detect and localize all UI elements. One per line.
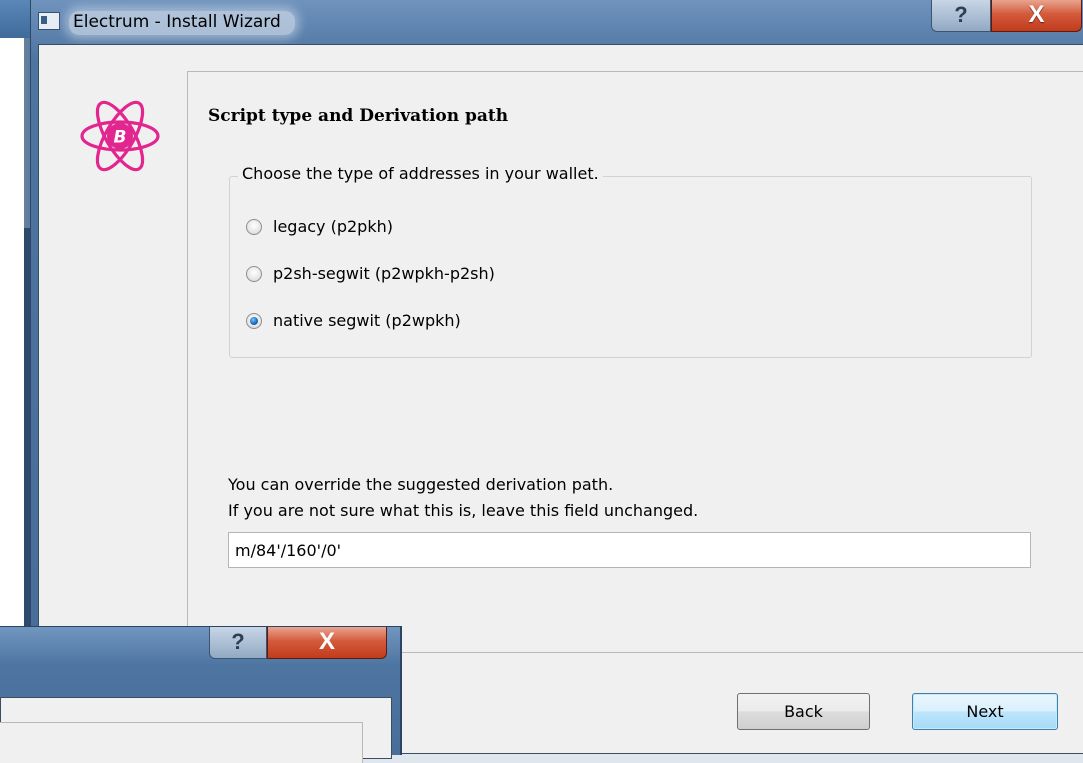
next-button[interactable]: Next bbox=[912, 693, 1058, 730]
radio-label-native-segwit: native segwit (p2wpkh) bbox=[273, 311, 461, 330]
derivation-info-text: You can override the suggested derivatio… bbox=[228, 472, 698, 524]
close-button[interactable]: X bbox=[991, 0, 1082, 32]
app-icon[interactable] bbox=[38, 12, 60, 30]
group-title: Choose the type of addresses in your wal… bbox=[238, 164, 603, 183]
help-icon: ? bbox=[231, 629, 245, 654]
page-title: Script type and Derivation path bbox=[208, 106, 509, 126]
radio-legacy[interactable]: legacy (p2pkh) bbox=[246, 217, 393, 236]
radio-label-p2sh-segwit: p2sh-segwit (p2wpkh-p2sh) bbox=[273, 264, 495, 283]
second-dialog-content-frame bbox=[0, 722, 363, 763]
info-line-1: You can override the suggested derivatio… bbox=[228, 475, 614, 494]
address-type-group: Choose the type of addresses in your wal… bbox=[229, 164, 1032, 358]
radio-label-legacy: legacy (p2pkh) bbox=[273, 217, 393, 236]
help-button[interactable]: ? bbox=[931, 0, 991, 32]
help-icon: ? bbox=[954, 2, 968, 27]
second-help-button[interactable]: ? bbox=[209, 627, 267, 659]
title-bar[interactable]: Electrum - Install Wizard ? X bbox=[31, 0, 1083, 44]
radio-p2sh-segwit[interactable]: p2sh-segwit (p2wpkh-p2sh) bbox=[246, 264, 495, 283]
radio-button-legacy[interactable] bbox=[246, 218, 262, 235]
radio-native-segwit[interactable]: native segwit (p2wpkh) bbox=[246, 311, 461, 330]
window-title: Electrum - Install Wizard bbox=[69, 11, 295, 35]
wizard-page: Script type and Derivation path Choose t… bbox=[187, 71, 1083, 653]
back-button[interactable]: Back bbox=[737, 693, 870, 730]
second-dialog-client bbox=[0, 697, 392, 763]
second-dialog-window: ? X bbox=[0, 626, 402, 763]
close-icon: X bbox=[318, 628, 335, 655]
radio-button-p2sh-segwit[interactable] bbox=[246, 265, 262, 282]
background-window-titlebar bbox=[0, 0, 30, 38]
second-close-button[interactable]: X bbox=[267, 627, 387, 659]
info-line-2: If you are not sure what this is, leave … bbox=[228, 501, 699, 520]
derivation-path-input[interactable] bbox=[228, 532, 1031, 568]
svg-text:B: B bbox=[114, 128, 127, 148]
close-icon: X bbox=[1028, 1, 1045, 28]
electrum-logo-icon: B bbox=[80, 100, 160, 172]
radio-button-native-segwit[interactable] bbox=[246, 312, 262, 329]
